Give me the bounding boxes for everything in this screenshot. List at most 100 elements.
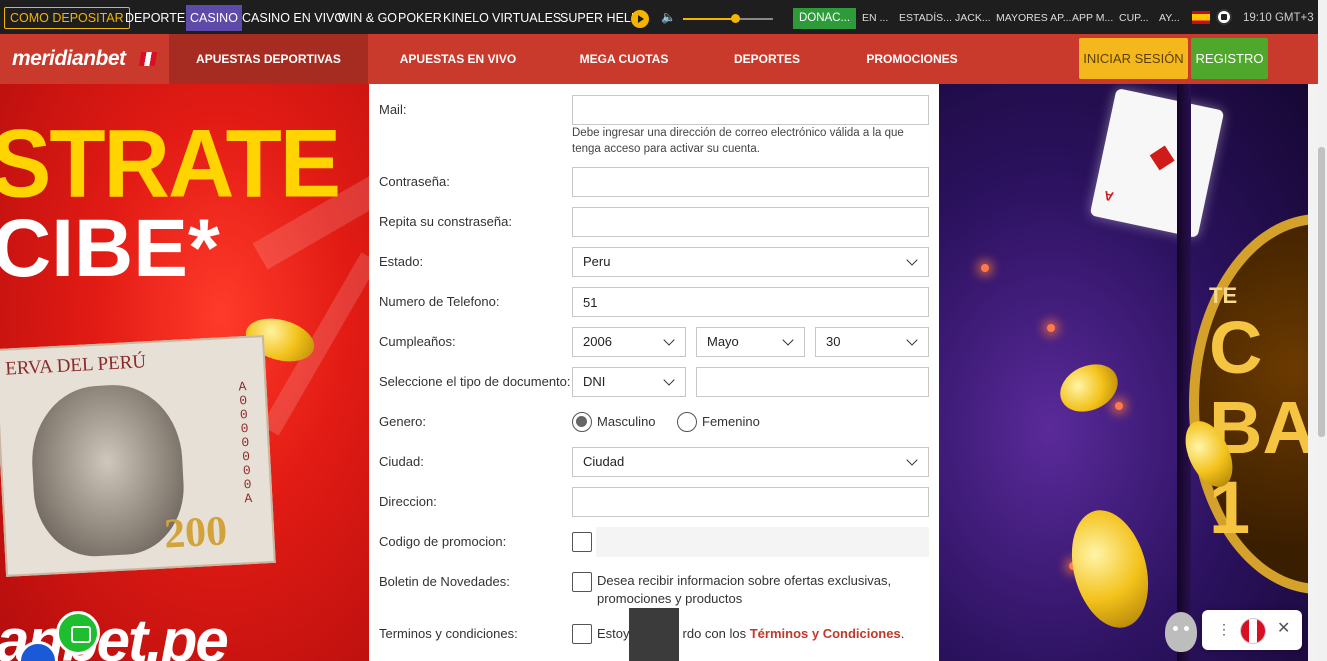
register-button[interactable]: REGISTRO bbox=[1191, 38, 1268, 79]
state-value: Peru bbox=[583, 254, 611, 269]
soccer-ball-icon[interactable] bbox=[1216, 9, 1232, 25]
password-field[interactable] bbox=[572, 167, 929, 197]
terms-prefix: Estoy bbox=[597, 626, 630, 641]
topnav-casino[interactable]: CASINO bbox=[186, 5, 242, 31]
chevron-down-icon bbox=[906, 254, 918, 266]
terms-checkbox[interactable] bbox=[572, 624, 592, 644]
topnav-small-7[interactable]: AY... bbox=[1159, 5, 1180, 31]
more-options-icon[interactable]: ⋮ bbox=[1217, 621, 1231, 638]
mascot-icon[interactable] bbox=[1165, 612, 1197, 652]
banknote-header: ERVA DEL PERÚ bbox=[4, 351, 147, 380]
topnav-small-4[interactable]: MAYORES AP... bbox=[996, 5, 1071, 31]
birth-month-select[interactable]: Mayo bbox=[696, 327, 805, 357]
document-number-field[interactable] bbox=[696, 367, 929, 397]
language-widget: ⋮ ✕ bbox=[1202, 610, 1302, 650]
state-label: Estado: bbox=[379, 254, 424, 269]
nav-mega-cuotas[interactable]: MEGA CUOTAS bbox=[570, 34, 678, 84]
spark bbox=[981, 264, 989, 272]
wheel-text: TE C BA 1 bbox=[1209, 284, 1308, 548]
chat-icon[interactable] bbox=[56, 611, 100, 655]
terms-suffix: . bbox=[900, 626, 905, 641]
donate-button[interactable]: DONAC... bbox=[793, 8, 856, 29]
gender-masculino-radio[interactable] bbox=[572, 412, 592, 432]
terms-label: Terminos y condiciones: bbox=[379, 626, 518, 641]
topnav-small-1[interactable]: EN ... bbox=[862, 5, 888, 31]
newsletter-label: Boletin de Novedades: bbox=[379, 574, 510, 589]
birth-year-select[interactable]: 2006 bbox=[572, 327, 686, 357]
banner-divider bbox=[1177, 84, 1191, 661]
promo-checkbox[interactable] bbox=[572, 532, 592, 552]
nav-apuestas-en-vivo[interactable]: APUESTAS EN VIVO bbox=[388, 34, 528, 84]
terms-middle: rdo con los bbox=[682, 626, 747, 641]
newsletter-checkbox[interactable] bbox=[572, 572, 592, 592]
state-select[interactable]: Peru bbox=[572, 247, 929, 277]
topnav-poker[interactable]: POKER bbox=[398, 5, 442, 31]
main-header: meridianbet APUESTAS DEPORTIVAS APUESTAS… bbox=[0, 34, 1318, 84]
wheel-text-1: C bbox=[1209, 306, 1263, 389]
login-button[interactable]: INICIAR SESIÓN bbox=[1079, 38, 1188, 79]
volume-slider[interactable] bbox=[683, 14, 773, 23]
password-repeat-label: Repita su constraseña: bbox=[379, 214, 512, 229]
gender-label: Genero: bbox=[379, 414, 426, 429]
chevron-down-icon bbox=[663, 374, 675, 386]
spain-flag-icon[interactable] bbox=[1192, 11, 1210, 24]
phone-field[interactable] bbox=[572, 287, 929, 317]
topnav-small-3[interactable]: JACK... bbox=[955, 5, 991, 31]
promo-code-field[interactable] bbox=[596, 527, 929, 557]
peru-flag-icon[interactable] bbox=[1240, 618, 1266, 644]
peru-flag-icon bbox=[138, 52, 158, 66]
diamond-icon bbox=[1149, 145, 1175, 171]
volume-slider-fill bbox=[683, 18, 736, 20]
registration-form: Mail: Debe ingresar una dirección de cor… bbox=[369, 84, 939, 661]
spark bbox=[1047, 324, 1055, 332]
document-type-select[interactable]: DNI bbox=[572, 367, 686, 397]
nav-promociones[interactable]: PROMOCIONES bbox=[862, 34, 962, 84]
document-type-label: Seleccione el tipo de documento: bbox=[379, 374, 571, 389]
chevron-down-icon bbox=[906, 454, 918, 466]
right-casino-banner[interactable]: A TE C BA 1 bbox=[939, 84, 1308, 661]
gender-femenino-radio[interactable] bbox=[677, 412, 697, 432]
mail-field[interactable] bbox=[572, 95, 929, 125]
meridianbet-logo[interactable]: meridianbet bbox=[12, 47, 126, 71]
volume-icon[interactable]: 🔈 bbox=[661, 10, 676, 24]
play-icon[interactable] bbox=[631, 10, 649, 28]
chevron-down-icon bbox=[663, 334, 675, 346]
topnav-small-6[interactable]: CUP... bbox=[1119, 5, 1149, 31]
topnav-kinelo[interactable]: KINELO bbox=[443, 5, 489, 31]
how-to-deposit-button[interactable]: COMO DEPOSITAR bbox=[4, 7, 130, 29]
top-utility-bar: COMO DEPOSITAR DEPORTES CASINO CASINO EN… bbox=[0, 0, 1318, 34]
nav-apuestas-deportivas[interactable]: APUESTAS DEPORTIVAS bbox=[169, 34, 368, 84]
left-promo-banner[interactable]: STRATE CIBE* ERVA DEL PERÚ A0000000A 200… bbox=[0, 84, 369, 661]
topnav-small-2[interactable]: ESTADÍS... bbox=[899, 5, 952, 31]
promo-label: Codigo de promocion: bbox=[379, 534, 507, 549]
city-select[interactable]: Ciudad bbox=[572, 447, 929, 477]
nav-deportes[interactable]: DEPORTES bbox=[722, 34, 812, 84]
topnav-deportes[interactable]: DEPORTES bbox=[125, 5, 194, 31]
topnav-win-go[interactable]: WIN & GO bbox=[338, 5, 397, 31]
clock: 19:10 GMT+3 bbox=[1243, 12, 1314, 24]
banknote-image: ERVA DEL PERÚ A0000000A 200 bbox=[0, 335, 276, 577]
birth-day-select[interactable]: 30 bbox=[815, 327, 929, 357]
topnav-small-5[interactable]: APP M... bbox=[1072, 5, 1113, 31]
gender-masculino-label[interactable]: Masculino bbox=[597, 414, 656, 429]
terms-link[interactable]: Términos y Condiciones bbox=[750, 626, 901, 641]
banner-headline-2: CIBE* bbox=[0, 203, 220, 294]
address-field[interactable] bbox=[572, 487, 929, 517]
card-rank: A bbox=[1102, 187, 1115, 205]
mail-hint: Debe ingresar una dirección de correo el… bbox=[572, 127, 904, 155]
city-label: Ciudad: bbox=[379, 454, 424, 469]
spark bbox=[1115, 402, 1123, 410]
volume-slider-knob[interactable] bbox=[731, 14, 741, 23]
topnav-casino-en-vivo[interactable]: CASINO EN VIVO bbox=[242, 5, 344, 31]
topnav-super-heli[interactable]: SUPER HELI bbox=[560, 5, 634, 31]
document-type-value: DNI bbox=[583, 374, 606, 389]
page-scrollbar[interactable] bbox=[1318, 0, 1327, 661]
scrollbar-thumb[interactable] bbox=[1318, 147, 1325, 437]
coin-image bbox=[1059, 501, 1161, 637]
close-icon[interactable]: ✕ bbox=[1277, 618, 1290, 638]
chevron-down-icon bbox=[782, 334, 794, 346]
password-repeat-field[interactable] bbox=[572, 207, 929, 237]
topnav-virtuales[interactable]: VIRTUALES bbox=[492, 5, 561, 31]
gender-femenino-label[interactable]: Femenino bbox=[702, 414, 760, 429]
newsletter-text-line2: promociones y productos bbox=[597, 591, 743, 606]
